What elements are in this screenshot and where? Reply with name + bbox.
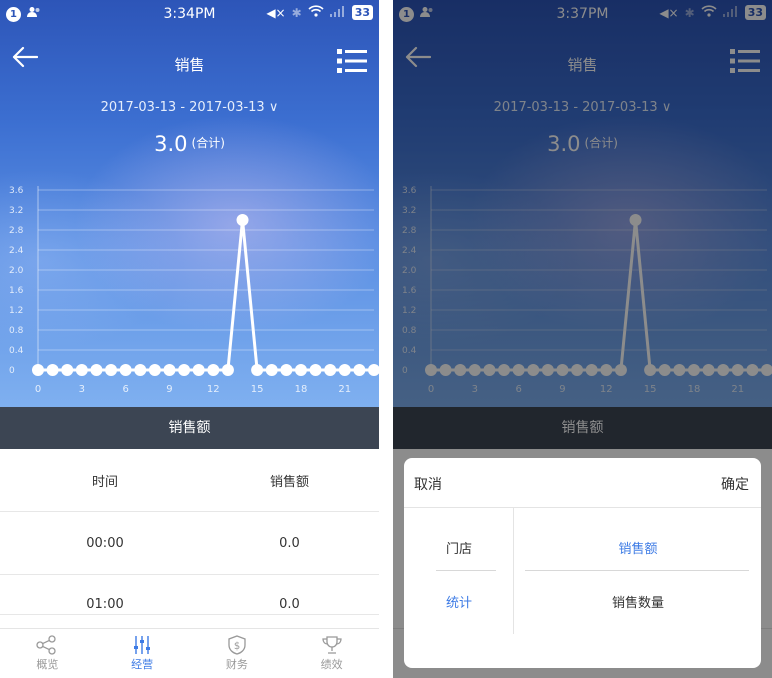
sales-table: 时间 销售额 00:00 0.0 01:00 0.0 <box>0 449 379 615</box>
dollar-icon: $ <box>228 635 246 655</box>
data-point <box>119 364 132 376</box>
category-column: 门店 统计 <box>404 508 514 634</box>
nav-bar: 销售 <box>0 40 379 90</box>
section-title-bar: 销售额 <box>0 407 379 449</box>
header-time: 时间 <box>91 474 118 490</box>
data-point <box>221 364 234 376</box>
y-tick-label: 3.2 <box>9 206 23 216</box>
menu-button[interactable] <box>337 48 369 76</box>
right-screen: 1 3:37PM ◀× ✱ 33 销售 2017-03-13 - 2017-03… <box>393 0 772 678</box>
share-icon <box>36 635 57 655</box>
total-value: 3.0 <box>154 132 188 156</box>
option-statistics[interactable]: 统计 <box>404 592 514 611</box>
date-range-selector[interactable]: 2017-03-13 - 2017-03-13 ∨ <box>0 100 379 115</box>
page-title: 销售 <box>174 56 205 74</box>
tab-operations[interactable]: 经营 <box>95 629 190 678</box>
data-point <box>368 364 379 376</box>
y-tick-label: 3.6 <box>9 186 24 196</box>
picker-header: 取消 确定 <box>404 458 761 508</box>
battery-indicator: 33 <box>351 5 373 20</box>
y-tick-label: 0.4 <box>9 346 24 356</box>
x-tick-label: 21 <box>338 384 351 395</box>
picker-sheet: 取消 确定 门店 统计 销售额 销售数量 <box>404 458 761 668</box>
data-point <box>192 364 205 376</box>
data-point <box>46 364 59 376</box>
svg-text:$: $ <box>234 641 240 652</box>
y-tick-label: 2.0 <box>9 266 24 276</box>
sales-line-chart: 0 0.4 0.8 1.2 1.6 2.0 2.4 2.8 3.2 3.6 0 3 6 9 12 15 18 21 <box>9 186 379 395</box>
trophy-icon <box>321 636 342 654</box>
data-point <box>338 364 351 376</box>
tab-label: 概览 <box>36 658 59 671</box>
total-label: (合计) <box>191 136 225 150</box>
data-point <box>236 214 249 226</box>
data-point <box>90 364 103 376</box>
signal-icon <box>329 5 346 20</box>
data-point <box>178 364 191 376</box>
option-sales-quantity[interactable]: 销售数量 <box>515 592 761 611</box>
table-row: 00:00 0.0 <box>0 512 379 575</box>
x-tick-label: 12 <box>207 384 220 395</box>
data-point <box>61 364 74 376</box>
confirm-button[interactable]: 确定 <box>721 474 749 494</box>
mute-icon: ◀× <box>266 5 286 20</box>
data-point <box>309 364 322 376</box>
data-point <box>324 364 337 376</box>
tab-label: 绩效 <box>320 658 343 671</box>
data-point <box>148 364 161 376</box>
y-tick-label: 2.4 <box>9 246 24 256</box>
data-point <box>280 364 293 376</box>
cell-time: 01:00 <box>86 597 124 612</box>
table-header-row: 时间 销售额 <box>0 449 379 512</box>
y-tick-label: 1.2 <box>9 306 23 316</box>
y-tick-label: 2.8 <box>9 226 24 236</box>
table-row: 01:00 0.0 <box>0 575 379 615</box>
x-tick-label: 15 <box>251 384 264 395</box>
total-summary: 3.0 (合计) <box>0 132 379 156</box>
data-point <box>32 364 44 376</box>
picker-divider <box>436 570 496 571</box>
y-tick-label: 0.8 <box>9 326 24 336</box>
y-tick-label: 1.6 <box>9 286 24 296</box>
tab-label: 财务 <box>225 658 248 671</box>
data-point <box>75 364 88 376</box>
wifi-icon <box>308 5 324 20</box>
cell-time: 00:00 <box>86 535 124 551</box>
bottom-tab-bar: 概览 经营 $ 财务 绩效 <box>0 628 379 678</box>
sliders-icon <box>134 636 151 654</box>
data-point <box>353 364 366 376</box>
data-point <box>105 364 118 376</box>
status-bar: 1 3:34PM ◀× ✱ 33 <box>0 0 379 28</box>
x-tick-label: 9 <box>166 384 172 395</box>
tab-performance[interactable]: 绩效 <box>284 629 379 678</box>
data-point <box>251 364 264 376</box>
x-tick-label: 18 <box>295 384 308 395</box>
bluetooth-icon: ✱ <box>291 5 302 20</box>
x-tick-label: 6 <box>122 384 128 395</box>
tab-overview[interactable]: 概览 <box>0 629 95 678</box>
list-icon <box>337 49 367 73</box>
data-point <box>265 364 278 376</box>
data-point <box>134 364 147 376</box>
option-sales-amount[interactable]: 销售额 <box>515 538 761 557</box>
tab-label: 经营 <box>131 658 154 671</box>
data-point <box>294 364 307 376</box>
series-line <box>38 219 374 372</box>
left-screen: 1 3:34PM ◀× ✱ 33 销售 2017-03-13 - 2017-03… <box>0 0 379 678</box>
metric-column: 销售额 销售数量 <box>515 508 761 634</box>
cell-sales: 0.0 <box>279 597 300 612</box>
option-store[interactable]: 门店 <box>404 538 514 557</box>
header-sales: 销售额 <box>269 474 309 490</box>
data-point <box>207 364 220 376</box>
cell-sales: 0.0 <box>279 535 300 551</box>
x-tick-label: 0 <box>35 384 41 395</box>
y-tick-label: 0 <box>9 366 15 376</box>
data-point <box>163 364 176 376</box>
cancel-button[interactable]: 取消 <box>414 474 442 494</box>
x-tick-label: 3 <box>79 384 85 395</box>
picker-divider <box>525 570 749 571</box>
tab-finance[interactable]: $ 财务 <box>190 629 285 678</box>
